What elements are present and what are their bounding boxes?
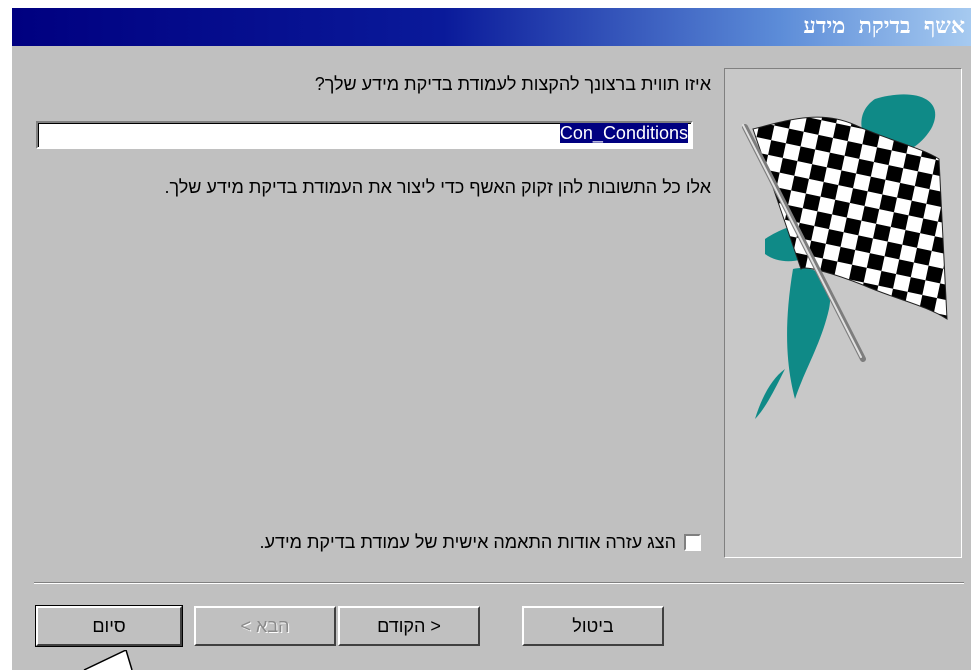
separator-line bbox=[34, 582, 964, 584]
help-option[interactable]: הצג עזרה אודות התאמה אישית של עמודת בדיק… bbox=[259, 532, 701, 553]
info-text: אלו כל התשובות להן זקוק האשף כדי ליצור א… bbox=[164, 177, 711, 197]
title-bar[interactable]: אשף בדיקת מידע bbox=[12, 8, 971, 46]
cancel-button-label: ביטול bbox=[572, 615, 614, 636]
back-button[interactable]: < הקודם bbox=[338, 606, 480, 646]
next-button-label: הבא > bbox=[240, 615, 290, 636]
label-name-input[interactable]: Con_Conditions bbox=[36, 121, 693, 149]
back-button-label: < הקודם bbox=[377, 615, 441, 636]
input-selected-text: Con_Conditions bbox=[559, 123, 688, 143]
help-checkbox[interactable] bbox=[684, 534, 701, 551]
cancel-button[interactable]: ביטול bbox=[522, 606, 664, 646]
next-button[interactable]: הבא > bbox=[194, 606, 336, 646]
help-checkbox-label: הצג עזרה אודות התאמה אישית של עמודת בדיק… bbox=[259, 532, 676, 552]
question-label: איזו תווית ברצונך להקצות לעמודת בדיקת מי… bbox=[314, 74, 711, 94]
wizard-dialog: אשף בדיקת מידע איזו תווית ברצונך להקצות … bbox=[12, 8, 971, 670]
window-title: אשף בדיקת מידע bbox=[803, 14, 965, 39]
checkered-flag-icon bbox=[742, 94, 948, 419]
finish-button-label: סיום bbox=[92, 615, 126, 636]
finish-button[interactable]: סיום bbox=[35, 605, 183, 647]
mouse-pointer-icon bbox=[83, 650, 133, 670]
wizard-image-panel bbox=[724, 68, 962, 558]
